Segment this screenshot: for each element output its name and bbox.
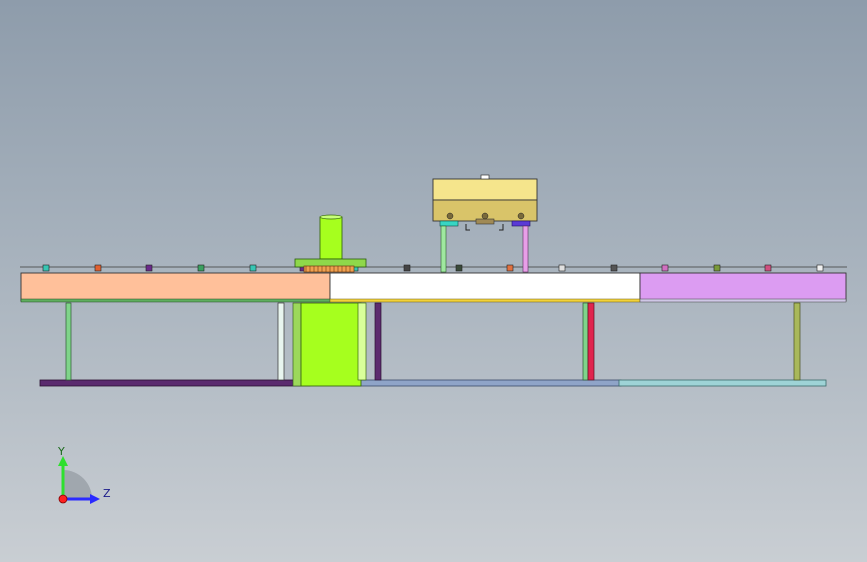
fitting-4 <box>197 264 205 272</box>
fixture-center-clamp <box>475 218 495 225</box>
fixture-rod-right[interactable] <box>522 225 529 273</box>
fixture-bolt-center <box>481 212 489 220</box>
fixture-bolt-left <box>446 212 454 220</box>
upper-cylinder[interactable] <box>319 216 343 260</box>
fitting-9 <box>455 264 463 272</box>
column-right-post[interactable] <box>357 302 367 381</box>
column-coupling-teeth <box>303 265 355 273</box>
fixture-top-block[interactable] <box>432 178 538 201</box>
fitting-16 <box>816 264 824 272</box>
conveyor-section-left[interactable] <box>20 272 331 302</box>
coordinate-triad: Y Z <box>57 445 111 504</box>
z-axis-label: Z <box>103 487 111 500</box>
fitting-10 <box>506 264 514 272</box>
base-rail-right[interactable] <box>618 379 827 387</box>
underside-strip-center <box>329 298 641 303</box>
underside-strip-left <box>20 298 331 303</box>
fixture-hook-right <box>499 224 504 231</box>
lift-column-body[interactable] <box>300 302 362 387</box>
fixture-mount-left[interactable] <box>439 220 459 227</box>
fitting-3 <box>145 264 153 272</box>
support-leg-5[interactable] <box>587 302 595 381</box>
conveyor-section-right[interactable] <box>639 272 847 302</box>
fitting-11 <box>558 264 566 272</box>
fitting-14 <box>713 264 721 272</box>
conveyor-section-center[interactable] <box>329 272 641 302</box>
fitting-2 <box>94 264 102 272</box>
support-leg-3[interactable] <box>374 302 382 381</box>
cad-graphics-viewport[interactable]: Y Z <box>0 0 867 562</box>
fitting-5 <box>249 264 257 272</box>
y-axis-label: Y <box>57 445 65 458</box>
underside-strip-right <box>639 298 847 303</box>
z-axis-arrow <box>90 494 100 504</box>
support-leg-6[interactable] <box>793 302 801 381</box>
fixture-bolt-right <box>517 212 525 220</box>
support-leg-2[interactable] <box>277 302 285 381</box>
fixture-rod-left[interactable] <box>440 225 447 273</box>
fixture-hook-left <box>465 224 470 231</box>
fitting-8 <box>403 264 411 272</box>
model-scene[interactable]: Y Z <box>0 0 867 562</box>
x-axis-origin-icon <box>58 494 68 504</box>
base-rail-center[interactable] <box>350 379 622 387</box>
fitting-12 <box>610 264 618 272</box>
triad-quadrant <box>63 470 92 499</box>
fixture-top-knob <box>480 174 490 180</box>
upper-cylinder-cap <box>319 214 343 220</box>
support-leg-4[interactable] <box>582 302 589 381</box>
base-rail-left[interactable] <box>39 379 311 387</box>
conveyor-fittings <box>42 264 824 272</box>
column-side-post[interactable] <box>292 302 302 387</box>
support-leg-1[interactable] <box>65 302 72 381</box>
fitting-13 <box>661 264 669 272</box>
fixture-mount-right[interactable] <box>511 220 531 227</box>
fitting-1 <box>42 264 50 272</box>
fitting-15 <box>764 264 772 272</box>
